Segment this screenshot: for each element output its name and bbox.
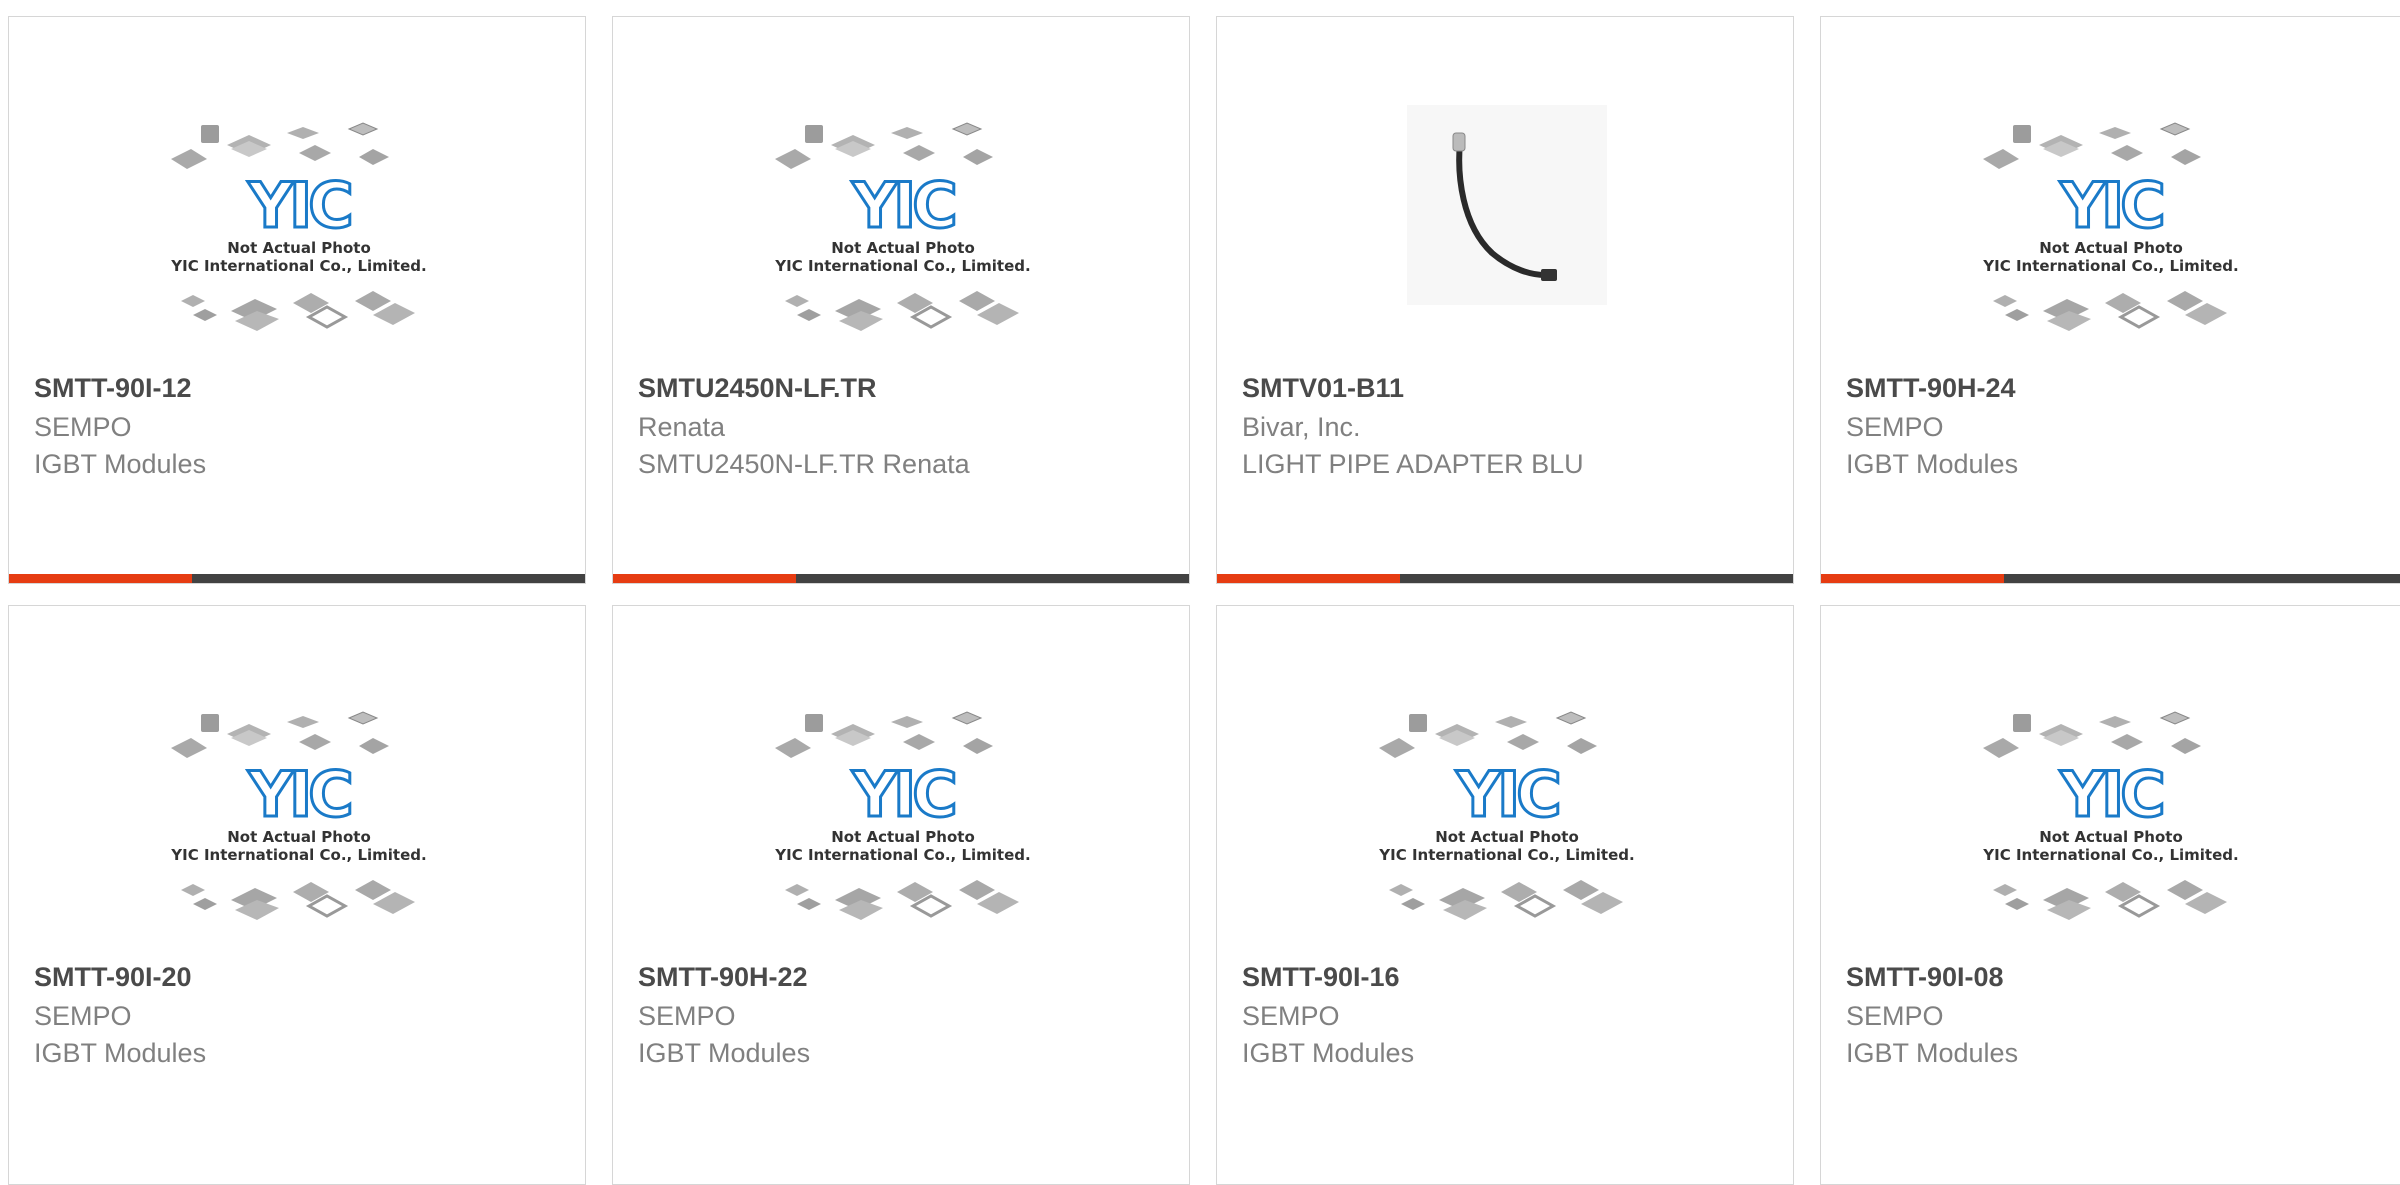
product-manufacturer: SEMPO <box>1846 1001 1944 1031</box>
card-footer-bar <box>613 574 1189 583</box>
card-accent-bar <box>9 574 192 583</box>
card-accent-bar <box>613 574 796 583</box>
product-description: LIGHT PIPE ADAPTER BLU <box>1242 449 1584 479</box>
product-photo-light-pipe <box>1407 105 1607 305</box>
placeholder-image <box>168 710 429 922</box>
product-card[interactable]: SMTT-90I-16 SEMPO IGBT Modules <box>1216 605 1794 1185</box>
product-manufacturer: Bivar, Inc. <box>1242 412 1361 442</box>
product-part-number[interactable]: SMTT-90H-22 <box>638 962 808 993</box>
product-part-number[interactable]: SMTU2450N-LF.TR <box>638 373 877 404</box>
card-accent-bar <box>1217 574 1400 583</box>
product-part-number[interactable]: SMTV01-B11 <box>1242 373 1404 404</box>
product-manufacturer: Renata <box>638 412 726 442</box>
card-footer-bar <box>9 574 585 583</box>
placeholder-image <box>1980 121 2241 333</box>
product-card[interactable]: SMTV01-B11 Bivar, Inc. LIGHT PIPE ADAPTE… <box>1216 16 1794 584</box>
product-card[interactable]: SMTT-90I-12 SEMPO IGBT Modules <box>8 16 586 584</box>
product-description: IGBT Modules <box>638 1038 811 1068</box>
product-manufacturer: SEMPO <box>34 412 132 442</box>
product-card[interactable]: SMTT-90H-24 SEMPO IGBT Modules <box>1820 16 2400 584</box>
card-accent-bar <box>1821 574 2004 583</box>
product-part-number[interactable]: SMTT-90I-12 <box>34 373 192 404</box>
card-footer-bar <box>1217 574 1793 583</box>
product-description: IGBT Modules <box>1242 1038 1415 1068</box>
product-card[interactable]: SMTT-90I-08 SEMPO IGBT Modules <box>1820 605 2400 1185</box>
placeholder-image <box>168 121 429 333</box>
product-part-number[interactable]: SMTT-90I-20 <box>34 962 192 993</box>
product-description: IGBT Modules <box>1846 1038 2019 1068</box>
product-manufacturer: SEMPO <box>1242 1001 1340 1031</box>
card-footer-bar <box>1821 574 2400 583</box>
product-card[interactable]: SMTU2450N-LF.TR Renata SMTU2450N-LF.TR R… <box>612 16 1190 584</box>
product-grid: SMTT-90I-12 SEMPO IGBT Modules SMTU2450N… <box>0 0 2400 1185</box>
product-part-number[interactable]: SMTT-90I-16 <box>1242 962 1400 993</box>
product-manufacturer: SEMPO <box>638 1001 736 1031</box>
placeholder-image <box>1980 710 2241 922</box>
placeholder-image <box>772 710 1033 922</box>
product-description: IGBT Modules <box>34 449 207 479</box>
placeholder-image <box>772 121 1033 333</box>
product-description: IGBT Modules <box>34 1038 207 1068</box>
product-part-number[interactable]: SMTT-90H-24 <box>1846 373 2016 404</box>
product-part-number[interactable]: SMTT-90I-08 <box>1846 962 2004 993</box>
placeholder-image <box>1376 710 1637 922</box>
product-description: IGBT Modules <box>1846 449 2019 479</box>
product-manufacturer: SEMPO <box>34 1001 132 1031</box>
product-manufacturer: SEMPO <box>1846 412 1944 442</box>
product-card[interactable]: SMTT-90I-20 SEMPO IGBT Modules <box>8 605 586 1185</box>
product-description: SMTU2450N-LF.TR Renata <box>638 449 970 479</box>
product-card[interactable]: SMTT-90H-22 SEMPO IGBT Modules <box>612 605 1190 1185</box>
